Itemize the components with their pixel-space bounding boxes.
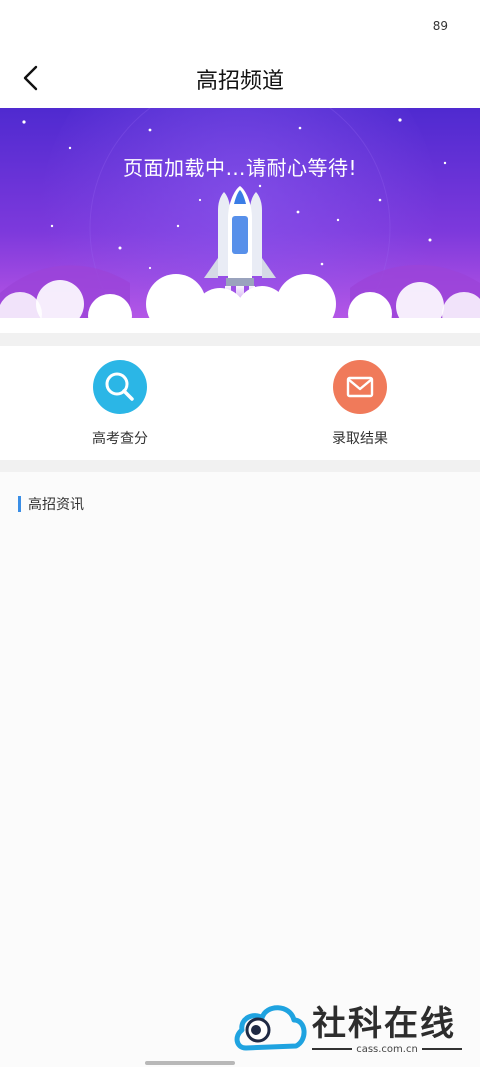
score-query-label: 高考查分: [92, 431, 148, 447]
admission-result-label: 录取结果: [332, 431, 388, 447]
score-query-button[interactable]: 高考查分: [40, 346, 200, 460]
mail-icon: [333, 360, 387, 414]
nav-bar: 高招频道: [0, 50, 480, 109]
watermark-url: cass.com.cn: [356, 1043, 418, 1055]
loading-message: 页面加载中…请耐心等待!: [122, 156, 358, 180]
watermark-brand: 社科在线: [312, 1004, 456, 1044]
home-indicator[interactable]: [145, 1061, 235, 1065]
section-header: 高招资讯: [18, 495, 84, 513]
watermark-logo: 社科在线 cass.com.cn: [232, 996, 472, 1060]
news-section: 高招资讯: [0, 472, 480, 1067]
divider-line: [421, 1048, 463, 1050]
page-title: 高招频道: [195, 69, 284, 94]
search-icon: [93, 360, 147, 414]
cloud-eye-icon: [234, 1005, 307, 1051]
divider-line: [312, 1048, 353, 1050]
status-bar: 89: [0, 0, 480, 50]
loading-banner: 页面加载中…请耐心等待!: [0, 108, 480, 333]
quick-entries: 高考查分 录取结果: [0, 346, 480, 460]
section-title: 高招资讯: [28, 496, 84, 513]
section-accent-bar: [18, 495, 21, 512]
divider: [0, 460, 480, 472]
watermark-url-row: cass.com.cn: [312, 1042, 463, 1056]
battery-level: 89: [432, 19, 448, 33]
divider: [0, 333, 480, 346]
admission-result-button[interactable]: 录取结果: [280, 346, 440, 460]
banner-illustration: [0, 108, 480, 333]
